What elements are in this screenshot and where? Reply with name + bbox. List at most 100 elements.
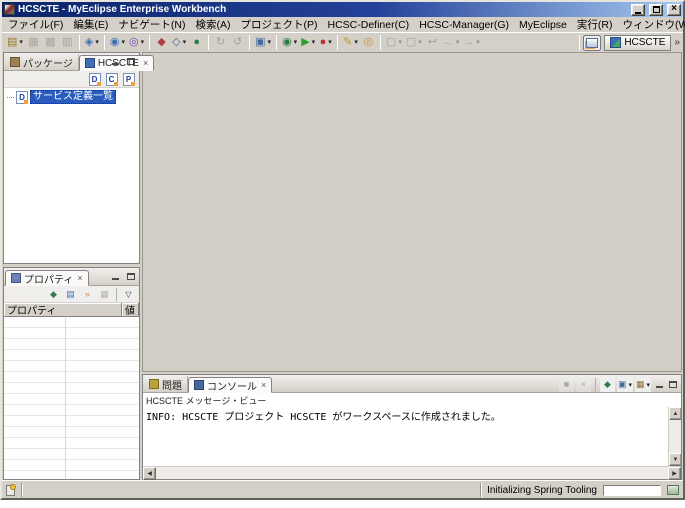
dropdown-arrow-icon: ▾ <box>418 38 422 46</box>
menu-run[interactable]: 実行(R) <box>572 16 618 33</box>
definition-tree: D サービス定義一覧 <box>4 88 139 104</box>
toolbar-glyph-icon: ▥ <box>62 37 72 48</box>
definer-p-button[interactable]: P <box>121 72 136 87</box>
mark-occurrences-button[interactable]: ✎ ▾ <box>341 34 360 51</box>
refresh-button[interactable]: ↻ <box>212 34 229 51</box>
dropdown-arrow-icon: ▾ <box>268 38 272 46</box>
run-button[interactable]: ▶ ▾ <box>299 34 317 51</box>
web-browser-button[interactable]: ● <box>188 34 205 51</box>
tab-package-explorer[interactable]: パッケージ <box>5 54 79 70</box>
scroll-down-icon[interactable]: ▼ <box>669 453 681 466</box>
main-toolbar: ▤ ▾ ▦ ▩ ▥ <box>2 32 683 51</box>
explorer-content: D サービス定義一覧 <box>4 88 139 263</box>
maximize-view-button[interactable] <box>125 271 137 282</box>
menu-navigate[interactable]: ナビゲート(N) <box>113 16 190 33</box>
tab-close-icon[interactable]: × <box>142 58 148 68</box>
progress-view-icon[interactable] <box>667 485 679 495</box>
maximize-icon <box>653 6 660 13</box>
minimize-view-button[interactable] <box>109 56 121 67</box>
dropdown-arrow-icon: ▾ <box>95 38 99 46</box>
maximize-view-button[interactable] <box>667 379 679 390</box>
view-menu-button[interactable]: ▽ <box>121 287 136 302</box>
menu-file[interactable]: ファイル(F) <box>3 16 68 33</box>
new-hcsc-definition-button[interactable]: ◈ ▾ <box>83 34 101 51</box>
tab-properties[interactable]: プロパティ × <box>5 270 89 286</box>
tab-problems[interactable]: 問題 <box>144 376 188 392</box>
window-close-button[interactable]: × <box>667 4 681 16</box>
save-button[interactable]: ▦ <box>25 34 42 51</box>
menu-hcsc-manager[interactable]: HCSC-Manager(G) <box>414 18 514 32</box>
profile-button[interactable]: ● ▾ <box>317 34 334 51</box>
minimize-view-button[interactable] <box>653 379 665 390</box>
scroll-up-icon[interactable]: ▲ <box>669 407 681 420</box>
toolbar-separator <box>79 35 80 50</box>
maximize-view-button[interactable] <box>125 56 137 67</box>
toolbar-separator <box>337 35 338 50</box>
menu-edit[interactable]: 編集(E) <box>68 16 113 33</box>
external-tools-button[interactable]: ◉ ▾ <box>280 34 299 51</box>
column-header[interactable]: プロパティ <box>4 303 122 317</box>
definer-d-button[interactable]: D <box>87 72 102 87</box>
properties-tool-icon: ◆ <box>50 290 57 299</box>
toolbar-overflow-chevron[interactable]: » <box>674 37 681 48</box>
pin-console-button[interactable]: ◆ <box>600 377 615 392</box>
tab-close-icon[interactable]: × <box>76 273 82 283</box>
definition-doc-icon: D <box>89 73 101 86</box>
scroll-left-icon[interactable]: ◀ <box>143 467 156 480</box>
open-type-button[interactable]: ◆ <box>153 34 170 51</box>
definer-c-button[interactable]: C <box>104 72 119 87</box>
tab-label: コンソール <box>207 378 257 393</box>
menu-myeclipse[interactable]: MyEclipse <box>514 18 572 32</box>
new-wizard-button[interactable]: ▤ ▾ <box>5 34 25 51</box>
window-maximize-button[interactable] <box>649 4 663 16</box>
help-button[interactable]: ◎ <box>360 34 377 51</box>
next-annotation-button[interactable]: ▢ ▾ <box>384 34 404 51</box>
remove-launch-button[interactable]: × <box>576 377 591 392</box>
menu-search[interactable]: 検索(A) <box>191 16 236 33</box>
minimize-view-button[interactable] <box>109 271 121 282</box>
maximize-view-icon <box>669 381 677 388</box>
properties-table-header: プロパティ値 <box>4 303 139 317</box>
display-selected-console-button[interactable]: ▣ ▾ <box>617 377 633 392</box>
pin-to-selection-button[interactable]: ◆ <box>46 287 61 302</box>
back-button[interactable]: ← ▾ <box>441 34 462 51</box>
toolbar-glyph-icon: ▶ <box>301 37 309 48</box>
scroll-right-icon[interactable]: ▶ <box>668 467 681 480</box>
menu-project[interactable]: プロジェクト(P) <box>236 16 323 33</box>
toolbar-glyph-icon: ▦ <box>28 37 38 48</box>
perspective-hcscte-button[interactable]: HCSCTE <box>604 35 671 51</box>
console-subtitle: HCSCTE メッセージ・ビュー <box>143 393 681 407</box>
menu-hcsc-definer[interactable]: HCSC-Definer(C) <box>323 18 415 32</box>
properties-tool-icon: ▦ <box>100 290 109 299</box>
new-class-wizard-button[interactable]: ◉ ▾ <box>108 34 127 51</box>
menu-window[interactable]: ウィンドウ(W) <box>617 16 685 33</box>
tab-close-icon[interactable]: × <box>260 380 266 390</box>
toolbar-separator <box>116 288 117 301</box>
forward-button[interactable]: → ▾ <box>461 34 482 51</box>
toolbar-separator <box>208 35 209 50</box>
new-interface-wizard-button[interactable]: ◎ ▾ <box>127 34 146 51</box>
open-perspective-button[interactable] <box>583 35 601 51</box>
console-horizontal-scrollbar[interactable]: ◀ ▶ <box>143 466 681 479</box>
open-resource-button[interactable]: ◇ ▾ <box>170 34 188 51</box>
explorer-toolbar: D C P <box>4 71 139 88</box>
server-monitor-button[interactable]: ▣ ▾ <box>253 34 273 51</box>
open-console-button[interactable]: ▦ ▾ <box>635 377 651 392</box>
print-button[interactable]: ▥ <box>59 34 76 51</box>
hcscte-perspective-icon <box>610 37 621 48</box>
toolbar-separator <box>380 35 381 50</box>
save-all-button[interactable]: ▩ <box>42 34 59 51</box>
prev-annotation-button[interactable]: ▢ ▾ <box>404 34 424 51</box>
console-vertical-scrollbar[interactable]: ▲ ▼ <box>668 407 681 466</box>
left-column: パッケージ HCSCTE × <box>3 52 140 480</box>
tree-item-service-definition-list[interactable]: D サービス定義一覧 <box>4 90 139 104</box>
last-edit-location-button[interactable]: ↩ <box>424 34 441 51</box>
show-categories-button[interactable]: ▤ <box>63 287 78 302</box>
restore-default-value-button[interactable]: ▦ <box>97 287 112 302</box>
sync-button[interactable]: ↺ <box>229 34 246 51</box>
tab-console[interactable]: コンソール × <box>188 377 272 393</box>
window-minimize-button[interactable] <box>631 4 645 16</box>
terminate-button[interactable]: ■ <box>559 377 574 392</box>
column-header[interactable]: 値 <box>122 303 139 317</box>
show-advanced-properties-button[interactable]: » <box>80 287 95 302</box>
